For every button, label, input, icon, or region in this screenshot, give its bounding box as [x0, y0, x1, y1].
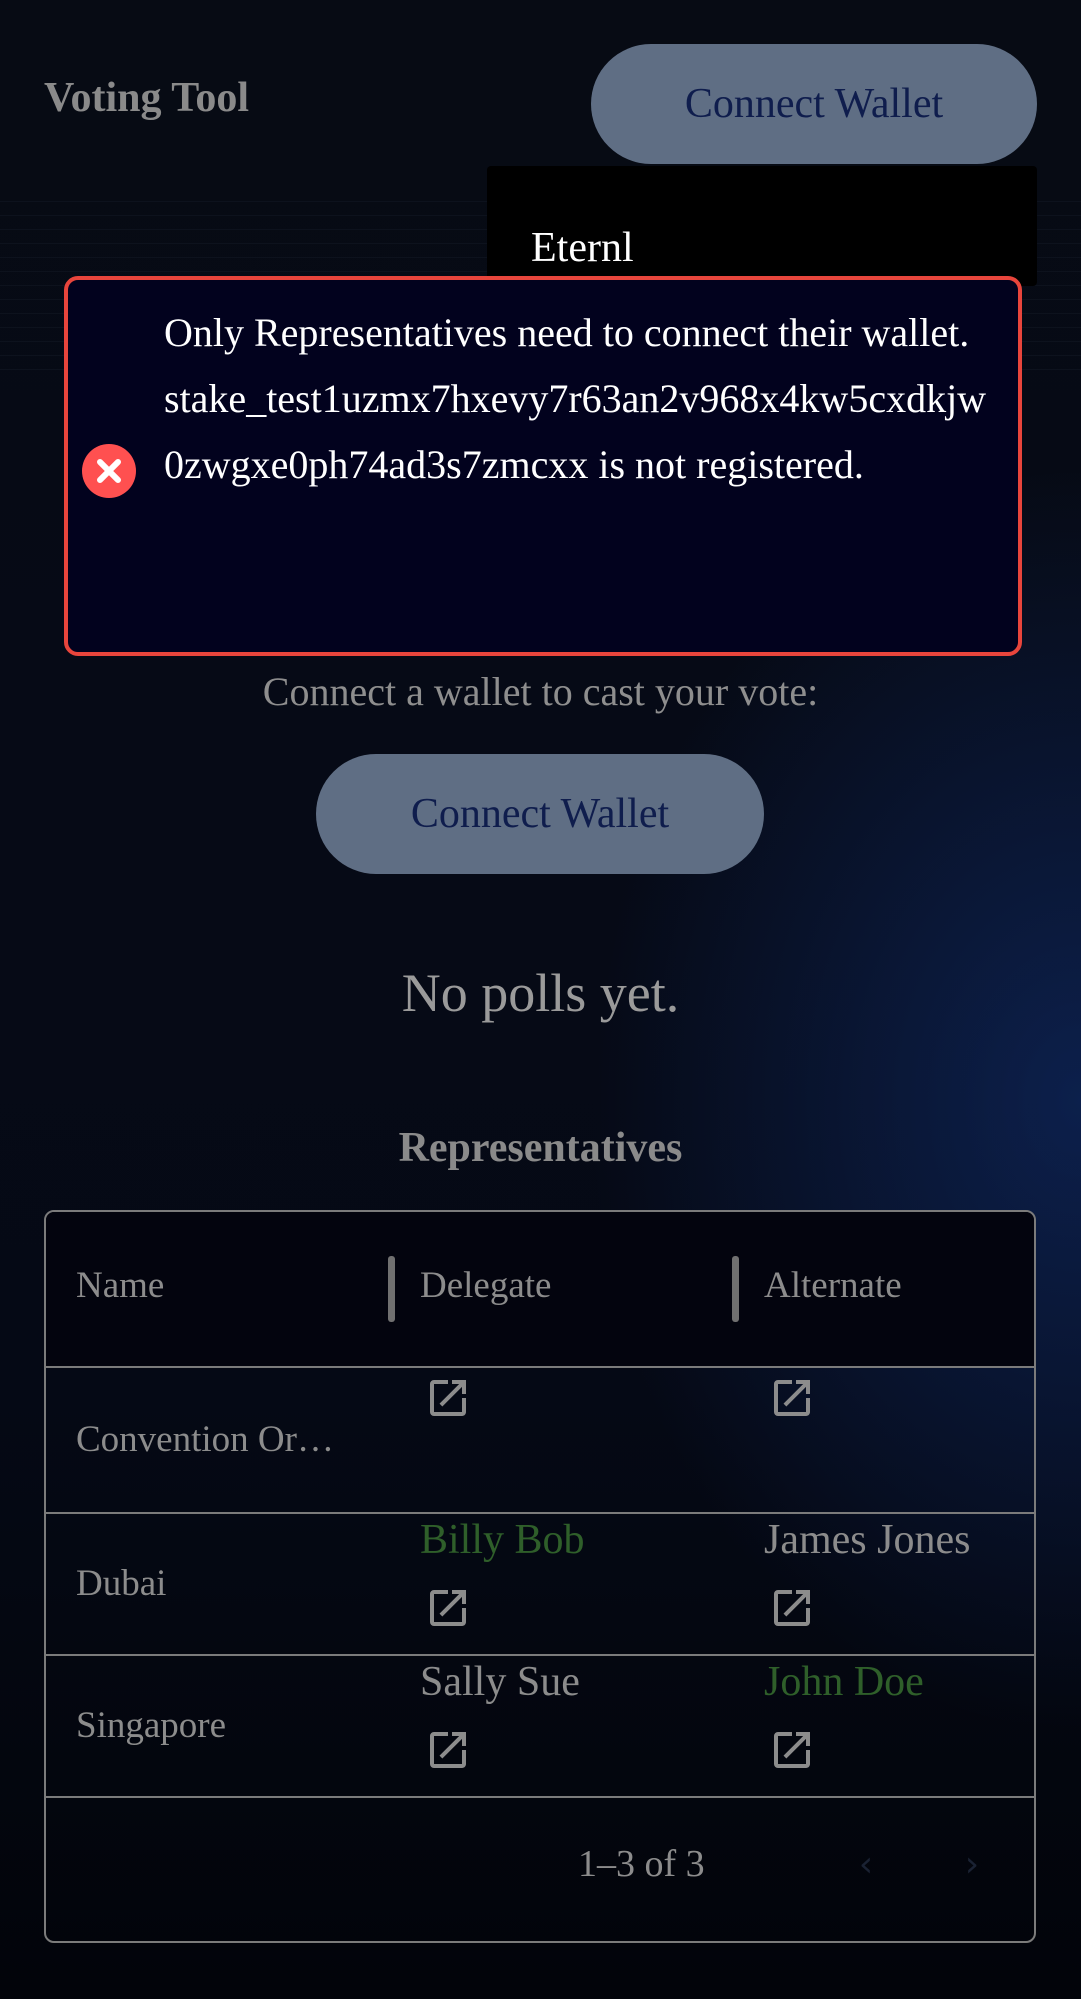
- column-header-name[interactable]: Name: [76, 1264, 164, 1307]
- column-header-alternate[interactable]: Alternate: [764, 1264, 902, 1307]
- chevron-left-icon[interactable]: ‹: [846, 1844, 886, 1885]
- no-polls-message: No polls yet.: [401, 963, 680, 1023]
- error-message: Only Representatives need to connect the…: [164, 310, 987, 487]
- open-in-new-icon[interactable]: [768, 1584, 816, 1632]
- table-header: Name Delegate Alternate: [46, 1212, 1034, 1368]
- table-row[interactable]: Dubai Billy Bob James Jones: [46, 1512, 1034, 1656]
- connect-wallet-button[interactable]: Connect Wallet: [316, 754, 764, 874]
- wallet-menu-item-eternl[interactable]: Eternl: [531, 224, 634, 272]
- row-name: Convention Or…: [76, 1419, 334, 1460]
- error-alert: Only Representatives need to connect the…: [64, 276, 1022, 656]
- representatives-title: Representatives: [398, 1125, 683, 1171]
- open-in-new-icon[interactable]: [424, 1584, 472, 1632]
- delegate-name: Billy Bob: [420, 1517, 585, 1563]
- header-connect-wallet-button[interactable]: Connect Wallet: [591, 44, 1037, 164]
- pagination-label: 1–3 of 3: [578, 1843, 705, 1885]
- representatives-table: Name Delegate Alternate Convention Or… D…: [44, 1210, 1036, 1943]
- row-name: Singapore: [76, 1705, 227, 1746]
- open-in-new-icon[interactable]: [424, 1374, 472, 1422]
- alternate-name: John Doe: [764, 1659, 924, 1705]
- open-in-new-icon[interactable]: [768, 1726, 816, 1774]
- column-resize-handle[interactable]: [732, 1256, 739, 1322]
- error-x-icon: [82, 444, 136, 498]
- app-title: Voting Tool: [44, 75, 250, 121]
- table-row[interactable]: Convention Or…: [46, 1368, 1034, 1514]
- table-row[interactable]: Singapore Sally Sue John Doe: [46, 1654, 1034, 1798]
- wallet-menu: Eternl: [487, 166, 1037, 286]
- column-resize-handle[interactable]: [388, 1256, 395, 1322]
- alternate-name: James Jones: [764, 1517, 971, 1563]
- connect-prompt: Connect a wallet to cast your vote:: [262, 669, 819, 714]
- chevron-right-icon[interactable]: ›: [952, 1844, 992, 1885]
- open-in-new-icon[interactable]: [768, 1374, 816, 1422]
- delegate-name: Sally Sue: [420, 1659, 580, 1705]
- column-header-delegate[interactable]: Delegate: [420, 1264, 551, 1307]
- open-in-new-icon[interactable]: [424, 1726, 472, 1774]
- row-name: Dubai: [76, 1563, 167, 1604]
